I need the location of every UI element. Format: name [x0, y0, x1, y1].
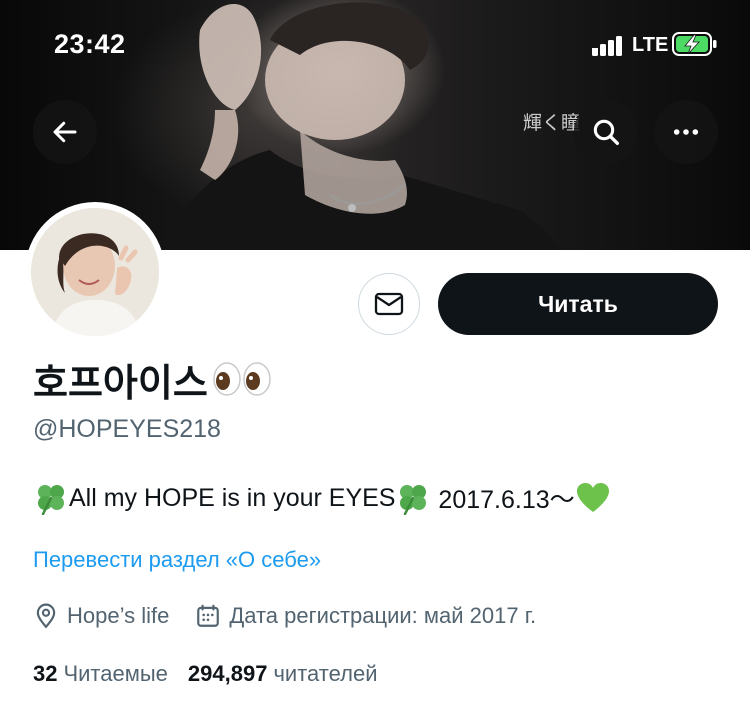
- cellular-signal-icon: [592, 36, 622, 56]
- four-leaf-clover-icon: [38, 485, 64, 515]
- network-type: LTE: [632, 34, 669, 56]
- location-pin-icon: [36, 603, 56, 629]
- join-date-item: Дата регистрации: май 2017 г.: [195, 603, 536, 629]
- message-button[interactable]: [358, 273, 420, 335]
- follow-button[interactable]: Читать: [438, 273, 718, 335]
- followers-label: читателей: [273, 661, 378, 686]
- location-text: Hope’s life: [67, 603, 170, 628]
- display-name: 호프아이스: [33, 360, 208, 405]
- followers-count: 294,897: [187, 661, 268, 686]
- more-horizontal-icon: [673, 129, 699, 135]
- following-count: 32: [33, 661, 58, 686]
- avatar-photo: [31, 208, 159, 336]
- status-bar: 23:42 LTE: [0, 0, 750, 90]
- banner-overlay-text: 輝く瞳: [523, 112, 581, 134]
- eyes-emoji-icon: [212, 362, 272, 396]
- profile-meta: Hope’s life Дата регистрации: май 2017 г…: [33, 603, 536, 629]
- battery-charging-icon: [672, 32, 717, 56]
- following-stat[interactable]: 32 Читаемые: [33, 661, 168, 687]
- join-date-text: Дата регистрации: май 2017 г.: [229, 603, 537, 628]
- translate-bio-link[interactable]: Перевести раздел «О себе»: [33, 547, 321, 573]
- search-icon: [593, 119, 619, 145]
- four-leaf-clover-icon: [400, 485, 427, 515]
- back-button[interactable]: [33, 100, 97, 164]
- search-button[interactable]: [574, 100, 638, 164]
- envelope-icon: [374, 292, 404, 316]
- location-item: Hope’s life: [33, 603, 169, 629]
- calendar-icon: [197, 604, 220, 627]
- bio-date-text: 2017.6.13～: [431, 486, 575, 514]
- more-button[interactable]: [654, 100, 718, 164]
- green-heart-icon: [576, 483, 609, 512]
- status-time: 23:42: [54, 29, 126, 59]
- profile-avatar[interactable]: [25, 202, 165, 342]
- profile-bio: All my HOPE is in your EYES 2017.6.13～: [33, 480, 611, 516]
- display-name-row: 호프아이스: [33, 357, 272, 405]
- user-handle: @HOPEYES218: [33, 415, 221, 443]
- followers-stat[interactable]: 294,897 читателей: [188, 661, 378, 687]
- follow-stats: 32 Читаемые 294,897 читателей: [33, 661, 377, 687]
- bio-text: All my HOPE is in your EYES: [69, 483, 396, 512]
- arrow-left-icon: [53, 121, 77, 143]
- following-label: Читаемые: [63, 661, 168, 686]
